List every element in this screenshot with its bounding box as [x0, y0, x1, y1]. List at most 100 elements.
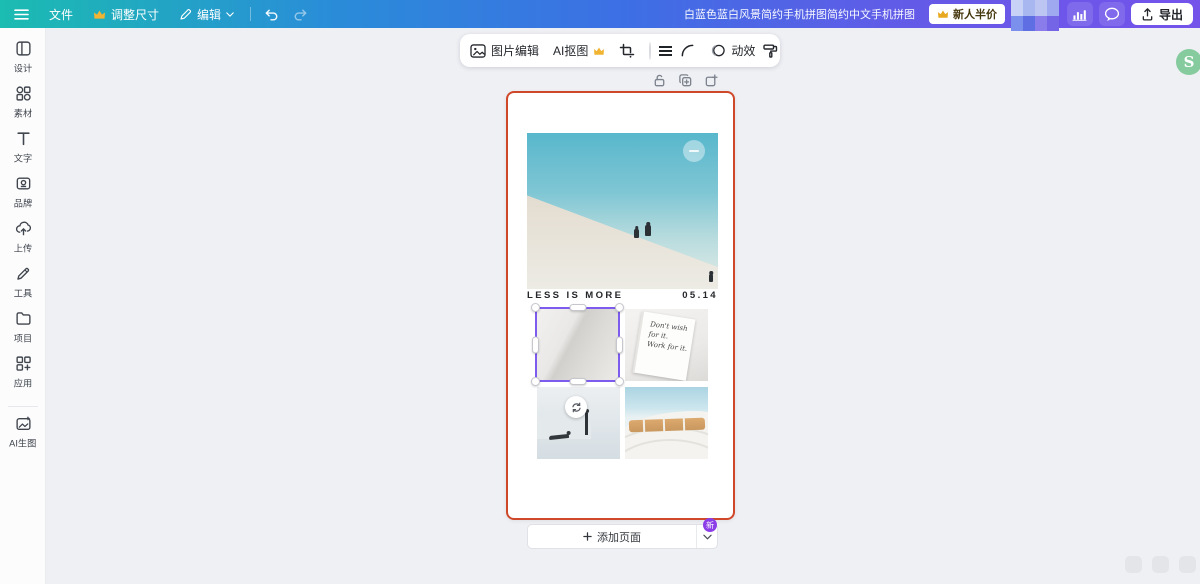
standing-person	[584, 408, 588, 435]
avatar	[1022, 0, 1035, 16]
image-icon	[470, 43, 486, 58]
rotate-icon	[571, 402, 581, 412]
new-feature-badge: 新	[703, 518, 717, 532]
selection-handle-ne[interactable]	[615, 303, 624, 312]
crop-button[interactable]	[619, 43, 635, 59]
selection-handle-nw[interactable]	[531, 303, 540, 312]
avatar	[1034, 0, 1047, 16]
cloud-upload-icon	[15, 221, 31, 236]
caption-right-text[interactable]: 05.14	[682, 290, 718, 301]
sidebar-label: 应用	[13, 379, 33, 390]
promo-button[interactable]: 新人半价	[928, 4, 1005, 24]
sidebar-label: AI生图	[9, 439, 37, 450]
format-painter-button[interactable]	[762, 43, 778, 59]
pen-icon	[16, 267, 29, 280]
image-edit-label: 图片编辑	[491, 44, 540, 58]
grid-photo-note[interactable]: Don't wish for it. Work for it.	[625, 309, 708, 381]
undo-button[interactable]	[257, 0, 286, 28]
duplicate-page-button[interactable]	[677, 72, 694, 89]
sidebar-item-apps[interactable]: 应用	[0, 355, 46, 400]
sidebar-label: 文字	[13, 154, 33, 165]
selection-handle-e[interactable]	[616, 336, 623, 353]
add-page-icon-button[interactable]	[703, 72, 720, 89]
avatar	[1022, 15, 1035, 31]
sidebar-item-ai-image[interactable]: AI生图	[0, 415, 46, 460]
corner-radius-button[interactable]	[680, 43, 695, 58]
editor-stage: 文件 调整尺寸 编辑 白蓝色蓝白风景简约手机拼图简约中文手机拼图 新人半价 导出…	[0, 0, 1200, 584]
artboard-page[interactable]: LESS IS MORE 05.14 Don't wish for it. Wo…	[506, 91, 735, 520]
sidebar-item-projects[interactable]: 项目	[0, 310, 46, 355]
left-sidebar: 设计 素材 文字 品牌 上传 工具 项目 应用 AI生图	[0, 28, 46, 584]
lock-page-button[interactable]	[651, 72, 668, 89]
selection-handle-n[interactable]	[569, 304, 586, 311]
new-badge-text: 新	[706, 520, 714, 530]
crop-icon	[620, 43, 635, 58]
caption-row[interactable]: LESS IS MORE 05.14	[527, 290, 718, 301]
sidebar-item-brand[interactable]: 品牌	[0, 175, 46, 220]
add-page-icon	[705, 74, 718, 87]
redo-icon	[294, 9, 307, 21]
sidebar-item-design[interactable]: 设计	[0, 40, 46, 85]
bottom-right-controls	[1125, 556, 1196, 573]
stats-button[interactable]	[1066, 2, 1093, 26]
add-page-label: 添加页面	[597, 531, 641, 544]
selection-handle-s[interactable]	[569, 378, 586, 385]
floating-logo-badge[interactable]: S	[1176, 49, 1200, 75]
faded-control-button[interactable]	[1125, 556, 1142, 573]
faded-control-button[interactable]	[1152, 556, 1169, 573]
selection-handle-se[interactable]	[615, 377, 624, 386]
avatar	[1046, 15, 1059, 31]
selection-box[interactable]	[531, 303, 624, 386]
sidebar-label: 设计	[13, 64, 33, 75]
stroke-width-button[interactable]	[658, 45, 673, 57]
collaborator-avatars[interactable]	[1010, 0, 1059, 31]
person-figure	[645, 225, 651, 236]
apps-grid-icon	[15, 356, 31, 371]
sidebar-label: 品牌	[13, 199, 33, 210]
avatar	[1010, 0, 1023, 16]
image-edit-button[interactable]: 图片编辑	[470, 42, 539, 59]
sidebar-item-assets[interactable]: 素材	[0, 85, 46, 130]
sidebar-item-text[interactable]: 文字	[0, 130, 46, 175]
ai-image-icon	[15, 416, 31, 431]
faded-control-button[interactable]	[1179, 556, 1196, 573]
edit-menu-button[interactable]: 编辑	[169, 0, 244, 28]
unlock-icon	[654, 74, 665, 87]
top-bar: 文件 调整尺寸 编辑 白蓝色蓝白风景简约手机拼图简约中文手机拼图 新人半价 导出	[0, 0, 1200, 31]
redo-button[interactable]	[286, 0, 315, 28]
resize-button[interactable]: 调整尺寸	[83, 0, 169, 28]
selection-handle-w[interactable]	[532, 336, 539, 353]
chevron-down-icon	[226, 11, 234, 17]
hamburger-icon	[14, 8, 29, 20]
export-icon	[1142, 8, 1153, 21]
text-icon	[16, 132, 30, 146]
caption-left-text[interactable]: LESS IS MORE	[527, 290, 623, 301]
rotate-handle[interactable]	[565, 396, 587, 418]
handwritten-card: Don't wish for it. Work for it.	[632, 311, 696, 381]
ai-cutout-button[interactable]: AI抠图	[553, 42, 605, 59]
promo-label: 新人半价	[952, 9, 997, 21]
resize-label: 调整尺寸	[111, 7, 160, 22]
chat-bubble-icon	[1104, 7, 1120, 21]
file-menu-button[interactable]: 文件	[39, 0, 83, 28]
sidebar-item-upload[interactable]: 上传	[0, 220, 46, 265]
add-page-button[interactable]: 添加页面	[528, 525, 696, 548]
stroke-color-swatch[interactable]	[649, 41, 652, 60]
red-slash	[649, 42, 651, 58]
motion-button[interactable]: 动效	[709, 42, 755, 59]
sidebar-item-tools[interactable]: 工具	[0, 265, 46, 310]
avatar	[1034, 15, 1047, 31]
selection-handle-sw[interactable]	[531, 377, 540, 386]
sky-photo[interactable]	[527, 133, 718, 289]
sidebar-label: 工具	[13, 289, 33, 300]
sidebar-divider	[7, 406, 38, 407]
grid-photo-architecture[interactable]	[625, 387, 708, 459]
export-button[interactable]: 导出	[1130, 3, 1193, 25]
document-title[interactable]: 白蓝色蓝白风景简约手机拼图简约中文手机拼图	[684, 6, 915, 22]
feedback-button[interactable]	[1098, 2, 1125, 26]
undo-icon	[265, 9, 278, 21]
file-menu-label: 文件	[49, 7, 74, 22]
main-menu-button[interactable]	[12, 0, 39, 28]
page-controls	[651, 72, 720, 89]
plus-icon	[583, 532, 592, 541]
